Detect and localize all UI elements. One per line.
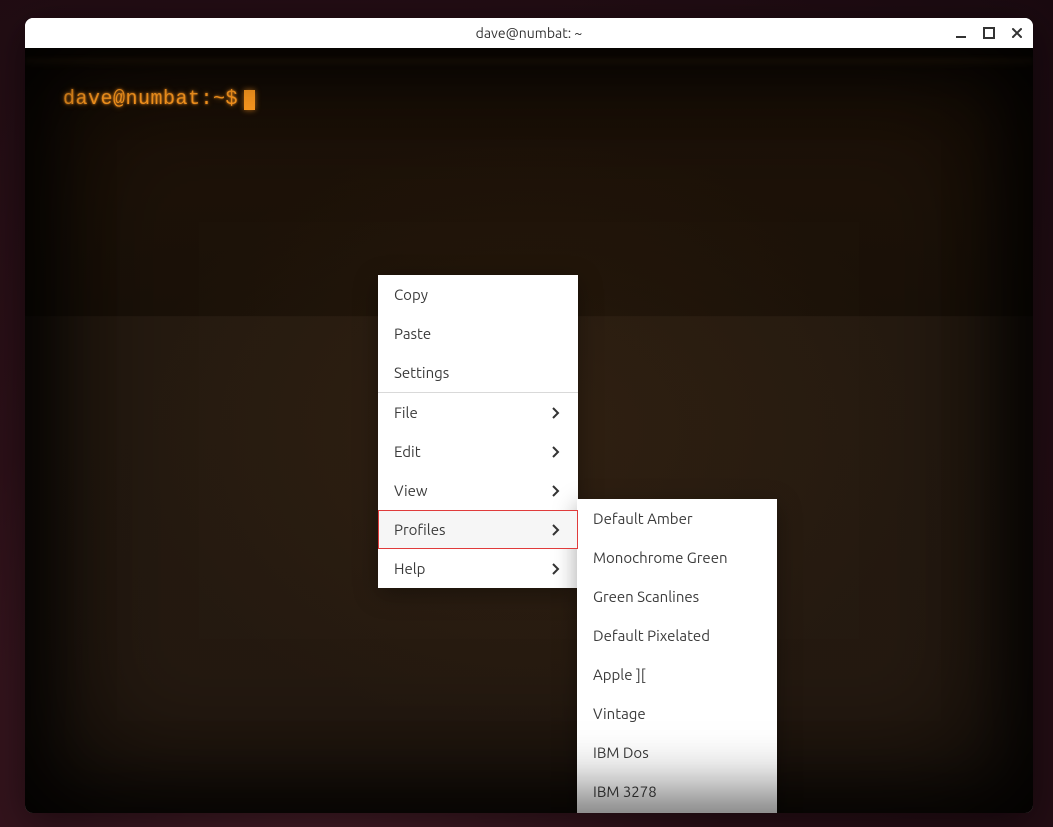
titlebar[interactable]: dave@numbat: ~: [25, 18, 1033, 48]
maximize-icon: [982, 26, 996, 40]
chevron-right-icon: [550, 524, 562, 536]
menu-item-view[interactable]: View: [378, 471, 578, 510]
menu-item-settings[interactable]: Settings: [378, 353, 578, 392]
menu-item-label: Edit: [394, 443, 421, 460]
terminal-prompt: dave@numbat:~$: [63, 88, 255, 111]
menu-item-profiles[interactable]: Profiles: [378, 510, 578, 549]
profile-option-futuristic[interactable]: Futuristic: [577, 811, 777, 813]
profile-option-ibm-dos[interactable]: IBM Dos: [577, 733, 777, 772]
window-title: dave@numbat: ~: [25, 25, 1033, 41]
menu-item-label: Copy: [394, 286, 428, 303]
profile-option-green-scanlines[interactable]: Green Scanlines: [577, 577, 777, 616]
menu-item-paste[interactable]: Paste: [378, 314, 578, 353]
menu-item-label: Default Amber: [593, 510, 693, 527]
menu-item-label: Apple ][: [593, 666, 645, 683]
menu-item-copy[interactable]: Copy: [378, 275, 578, 314]
menu-item-file[interactable]: File: [378, 392, 578, 432]
profile-option-vintage[interactable]: Vintage: [577, 694, 777, 733]
prompt-text: dave@numbat:~$: [63, 88, 238, 111]
menu-item-edit[interactable]: Edit: [378, 432, 578, 471]
maximize-button[interactable]: [979, 23, 999, 43]
menu-item-label: Settings: [394, 364, 449, 381]
profile-option-default-pixelated[interactable]: Default Pixelated: [577, 616, 777, 655]
menu-item-label: Paste: [394, 325, 431, 342]
menu-item-label: Default Pixelated: [593, 627, 710, 644]
chevron-right-icon: [550, 485, 562, 497]
menu-item-label: File: [394, 404, 418, 421]
menu-item-label: IBM 3278: [593, 783, 657, 800]
app-window: dave@numbat: ~ dave@numbat:~$ Copy Pas: [25, 18, 1033, 813]
menu-item-label: View: [394, 482, 428, 499]
terminal-cursor: [244, 90, 255, 110]
menu-item-label: Vintage: [593, 705, 646, 722]
chevron-right-icon: [550, 563, 562, 575]
profile-option-monochrome-green[interactable]: Monochrome Green: [577, 538, 777, 577]
close-icon: [1010, 26, 1024, 40]
menu-item-label: Profiles: [394, 521, 446, 538]
menu-item-label: Help: [394, 560, 425, 577]
terminal-viewport[interactable]: dave@numbat:~$ Copy Paste Settings File …: [25, 48, 1033, 813]
minimize-button[interactable]: [951, 23, 971, 43]
profile-option-apple-ii[interactable]: Apple ][: [577, 655, 777, 694]
chevron-right-icon: [550, 446, 562, 458]
profile-option-default-amber[interactable]: Default Amber: [577, 499, 777, 538]
profiles-submenu[interactable]: Default Amber Monochrome Green Green Sca…: [577, 499, 777, 813]
profile-option-ibm-3278[interactable]: IBM 3278: [577, 772, 777, 811]
context-menu[interactable]: Copy Paste Settings File Edit View Profi…: [378, 275, 578, 588]
menu-item-label: Monochrome Green: [593, 549, 728, 566]
close-button[interactable]: [1007, 23, 1027, 43]
window-controls: [951, 18, 1027, 48]
minimize-icon: [954, 26, 968, 40]
crt-glow: [25, 58, 1033, 68]
menu-item-label: IBM Dos: [593, 744, 649, 761]
menu-item-label: Green Scanlines: [593, 588, 699, 605]
menu-item-help[interactable]: Help: [378, 549, 578, 588]
chevron-right-icon: [550, 407, 562, 419]
